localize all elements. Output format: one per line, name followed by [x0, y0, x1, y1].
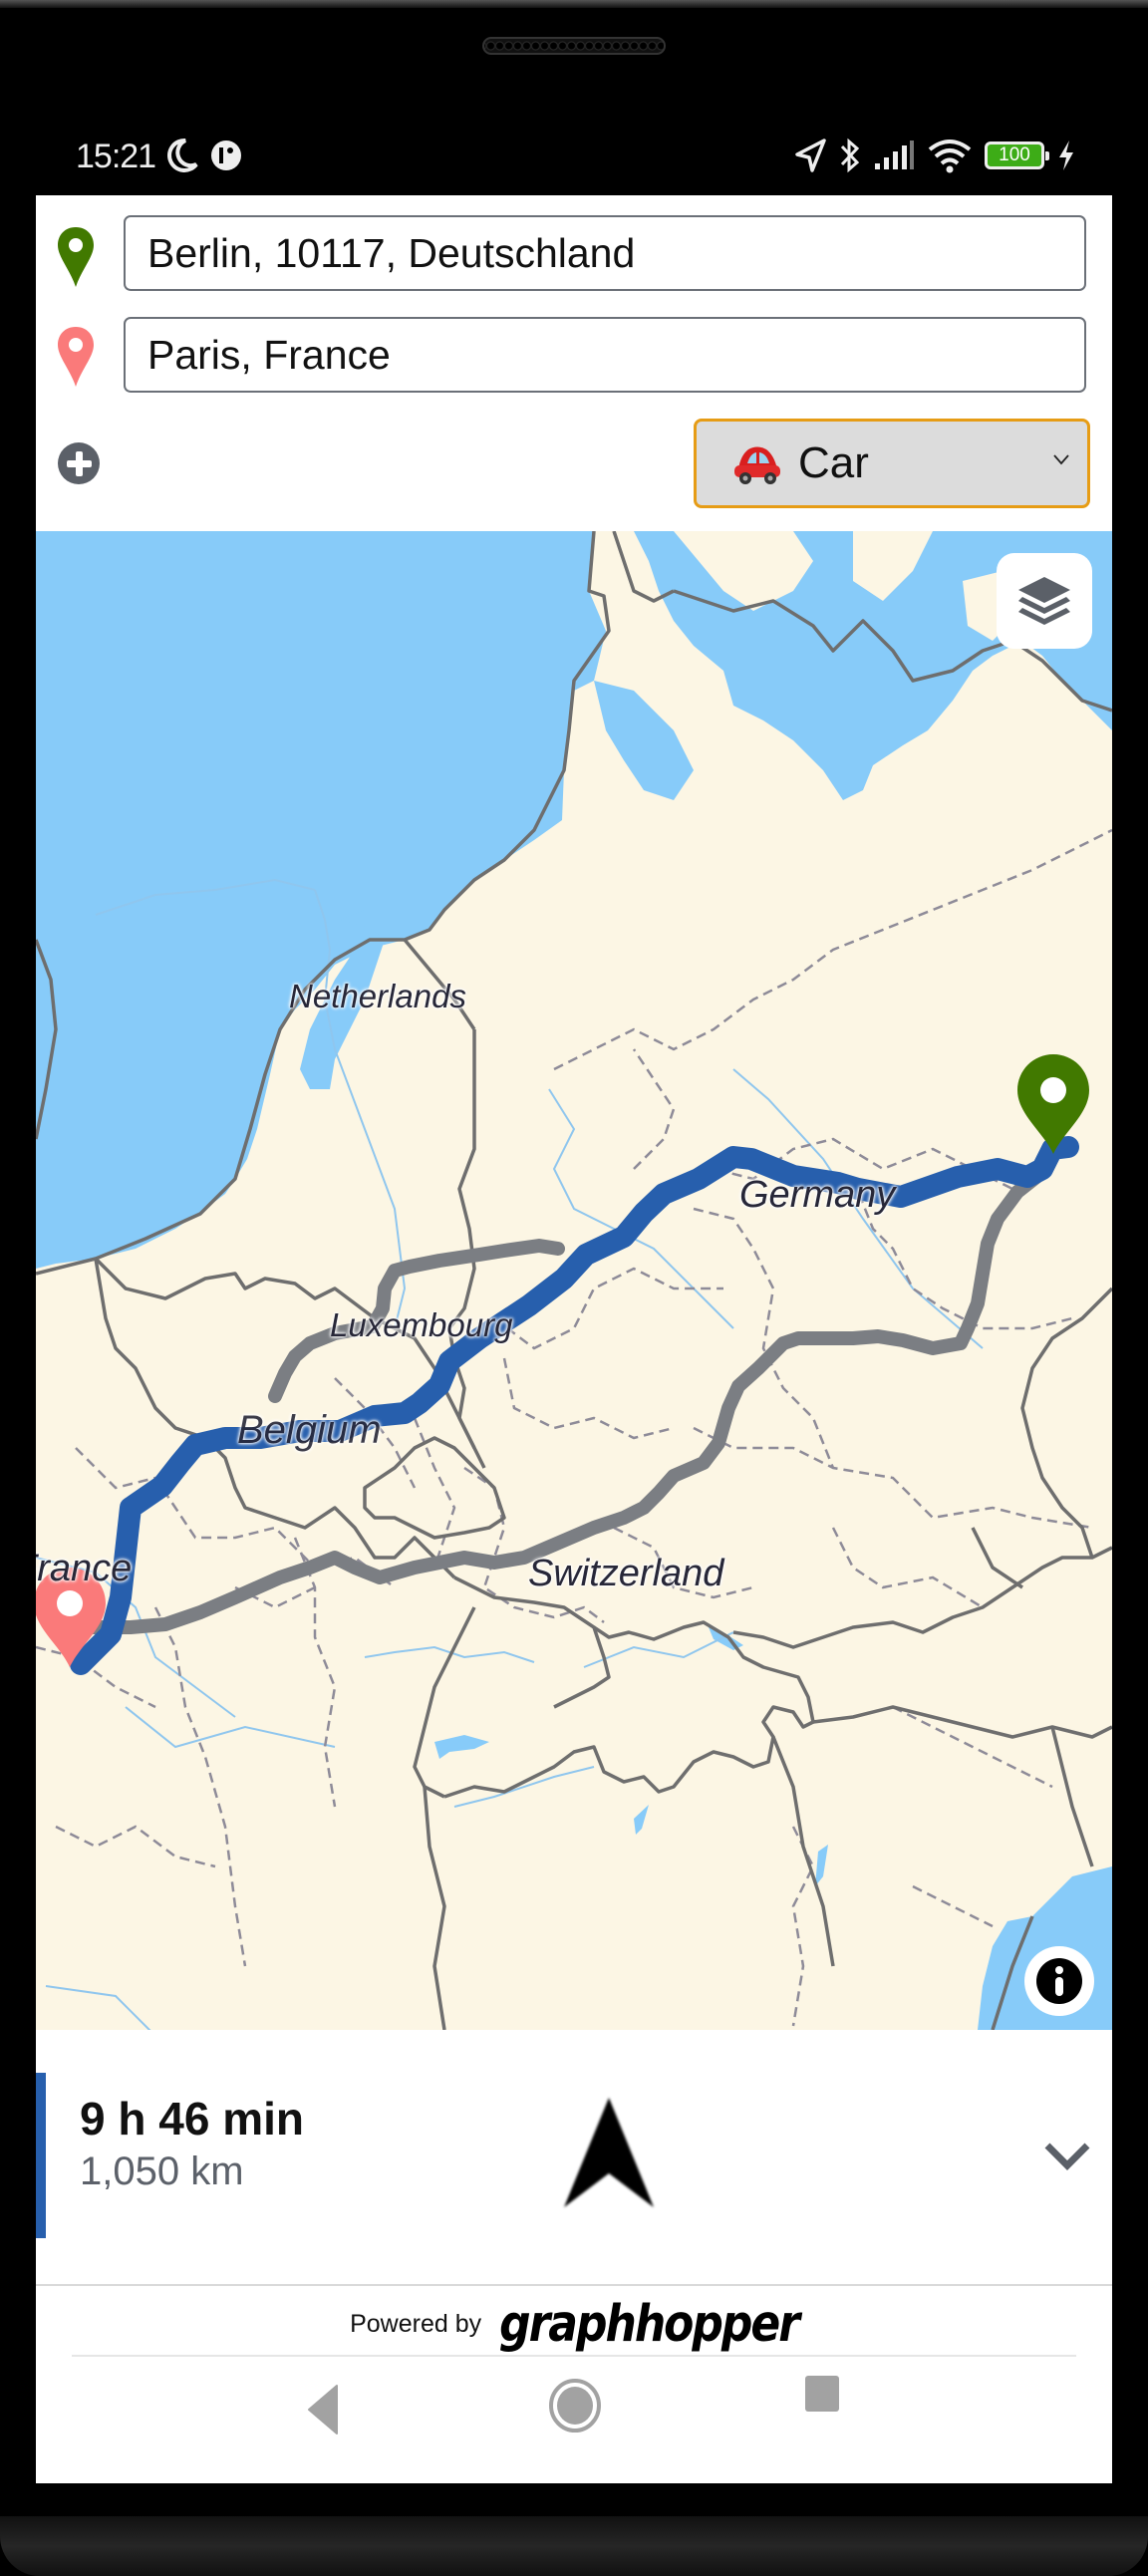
app-screen: Car: [36, 195, 1112, 2483]
wifi-icon: [928, 140, 972, 173]
add-point-button[interactable]: [58, 442, 100, 484]
map-label-luxembourg: Luxembourg: [330, 1306, 513, 1343]
start-marker: [1017, 1054, 1089, 1154]
charging-icon: [1059, 141, 1073, 170]
map-view[interactable]: Netherlands Belgium Luxembourg Germany S…: [36, 531, 1112, 2030]
route-distance: 1,050 km: [80, 2149, 244, 2193]
search-panel: Car: [36, 195, 1112, 531]
status-left-icons: [165, 138, 243, 173]
phone-bezel-bottom: [0, 2516, 1148, 2576]
map-label-germany: Germany: [739, 1174, 896, 1216]
layers-button[interactable]: [997, 553, 1092, 649]
lake-garda: [815, 1845, 828, 1886]
end-location-input[interactable]: [124, 317, 1086, 393]
lake-maggiore: [634, 1805, 649, 1835]
car-icon: [734, 446, 780, 484]
app-notification-icon: [211, 141, 241, 170]
info-icon: [1036, 1958, 1082, 2004]
chevron-down-icon[interactable]: [1042, 2140, 1092, 2171]
start-pin-icon: [58, 227, 94, 287]
phone-speaker-grille: [482, 37, 666, 55]
recents-icon[interactable]: [805, 2376, 839, 2412]
moon-icon: [167, 138, 198, 172]
map-label-france: France: [36, 1548, 133, 1589]
start-location-input[interactable]: [124, 215, 1086, 291]
map-label-netherlands: Netherlands: [289, 978, 466, 1014]
route-summary-card[interactable]: 9 h 46 min 1,050 km: [36, 2030, 1112, 2281]
status-bar: 15:21 100: [36, 120, 1112, 195]
status-right-icons: 100: [793, 136, 1076, 175]
location-arrow-icon: [795, 139, 826, 172]
divider: [36, 2284, 1112, 2286]
android-navigation-bar: [36, 2368, 1112, 2483]
signal-icon: [875, 141, 914, 169]
end-pin-icon: [58, 327, 94, 387]
back-icon[interactable]: [303, 2378, 343, 2437]
battery-level: 100: [999, 144, 1030, 165]
graphhopper-logo[interactable]: graphhopper: [499, 2295, 800, 2354]
info-button[interactable]: [1024, 1946, 1094, 2016]
divider: [72, 2355, 1076, 2357]
layers-icon: [1018, 577, 1070, 625]
vehicle-label: Car: [798, 438, 869, 487]
navigation-arrow-icon[interactable]: [554, 2090, 664, 2219]
powered-by: Powered by graphhopper: [36, 2295, 1112, 2354]
map-base: [36, 531, 1112, 2030]
battery-icon: 100: [985, 142, 1049, 169]
map-label-belgium: Belgium: [237, 1408, 382, 1452]
vehicle-select[interactable]: Car: [694, 419, 1090, 508]
map-label-switzerland: Switzerland: [528, 1553, 724, 1594]
sea-area: [36, 531, 606, 1269]
home-icon[interactable]: [548, 2376, 602, 2435]
powered-by-text: Powered by: [350, 2309, 482, 2338]
selected-route-indicator: [36, 2073, 46, 2238]
status-time: 15:21: [76, 138, 156, 175]
route-duration: 9 h 46 min: [80, 2093, 304, 2145]
chevron-down-icon: [1053, 454, 1069, 465]
estuary: [594, 681, 694, 800]
bluetooth-icon: [840, 138, 860, 173]
lake-geneva: [434, 1735, 489, 1759]
phone-bezel-top: [0, 0, 1148, 8]
